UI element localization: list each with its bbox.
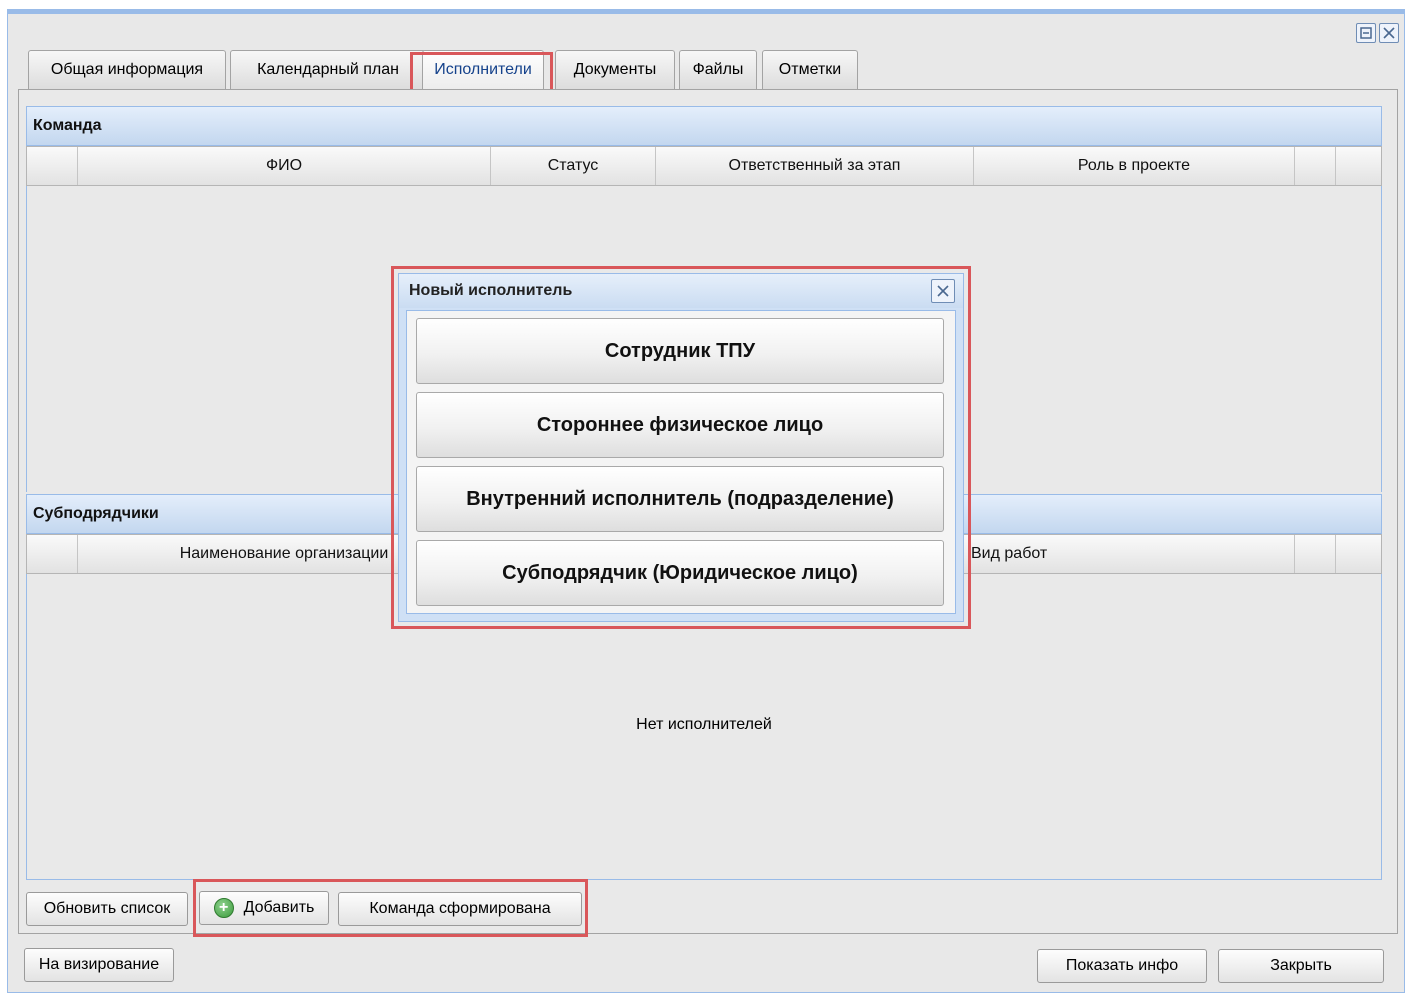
window-titlebar bbox=[8, 14, 1404, 52]
subcontractor-legal-entity-button[interactable]: Субподрядчик (Юридическое лицо) bbox=[416, 540, 944, 606]
external-individual-button[interactable]: Стороннее физическое лицо bbox=[416, 392, 944, 458]
tab-calendar-plan[interactable]: Календарный план bbox=[230, 50, 426, 90]
option-label: Сотрудник ТПУ bbox=[604, 339, 756, 362]
team-grid-header: ФИО Статус Ответственный за этап Роль в … bbox=[26, 146, 1382, 186]
close-icon[interactable] bbox=[931, 279, 955, 303]
close-icon[interactable] bbox=[1379, 23, 1399, 43]
add-label: Добавить bbox=[243, 899, 315, 916]
team-formed-button[interactable]: Команда сформирована bbox=[338, 892, 582, 926]
add-button[interactable]: + Добавить bbox=[199, 891, 329, 925]
team-panel-header: Команда bbox=[26, 106, 1382, 146]
close-button[interactable]: Закрыть bbox=[1218, 949, 1384, 983]
send-for-approval-button[interactable]: На визирование bbox=[24, 948, 174, 982]
tab-general-info[interactable]: Общая информация bbox=[28, 50, 226, 90]
column-header[interactable] bbox=[1336, 535, 1381, 573]
tab-marks[interactable]: Отметки bbox=[762, 50, 858, 90]
column-header-fio[interactable]: ФИО bbox=[78, 147, 491, 185]
approval-label: На визирование bbox=[38, 956, 160, 973]
restore-icon[interactable] bbox=[1356, 23, 1376, 43]
column-header-responsible[interactable]: Ответственный за этап bbox=[656, 147, 974, 185]
internal-executor-button[interactable]: Внутренний исполнитель (подразделение) bbox=[416, 466, 944, 532]
empty-text: Нет исполнителей bbox=[636, 716, 772, 733]
tpu-employee-button[interactable]: Сотрудник ТПУ bbox=[416, 318, 944, 384]
column-header[interactable] bbox=[27, 535, 78, 573]
new-executor-dialog: Новый исполнитель Сотрудник ТПУ Сторонне… bbox=[398, 273, 964, 622]
refresh-list-label: Обновить список bbox=[43, 900, 171, 917]
column-header[interactable] bbox=[27, 147, 78, 185]
close-label: Закрыть bbox=[1270, 957, 1332, 974]
column-header[interactable] bbox=[1336, 147, 1381, 185]
option-label: Внутренний исполнитель (подразделение) bbox=[466, 487, 894, 510]
dialog-body: Сотрудник ТПУ Стороннее физическое лицо … bbox=[406, 310, 956, 614]
column-header[interactable] bbox=[1295, 535, 1336, 573]
tab-executors[interactable]: Исполнители bbox=[422, 50, 544, 90]
show-info-button[interactable]: Показать инфо bbox=[1037, 949, 1207, 983]
show-info-label: Показать инфо bbox=[1065, 957, 1179, 974]
option-label: Стороннее физическое лицо bbox=[536, 413, 824, 436]
column-header-status[interactable]: Статус bbox=[491, 147, 656, 185]
refresh-list-button[interactable]: Обновить список bbox=[26, 892, 188, 926]
dialog-title: Новый исполнитель bbox=[399, 274, 963, 308]
column-header[interactable] bbox=[1295, 147, 1336, 185]
plus-circle-icon: + bbox=[213, 898, 234, 918]
team-formed-label: Команда сформирована bbox=[369, 900, 551, 917]
option-label: Субподрядчик (Юридическое лицо) bbox=[502, 561, 858, 584]
tab-files[interactable]: Файлы bbox=[679, 50, 757, 90]
column-header-role[interactable]: Роль в проекте bbox=[974, 147, 1295, 185]
tab-documents[interactable]: Документы bbox=[555, 50, 675, 90]
